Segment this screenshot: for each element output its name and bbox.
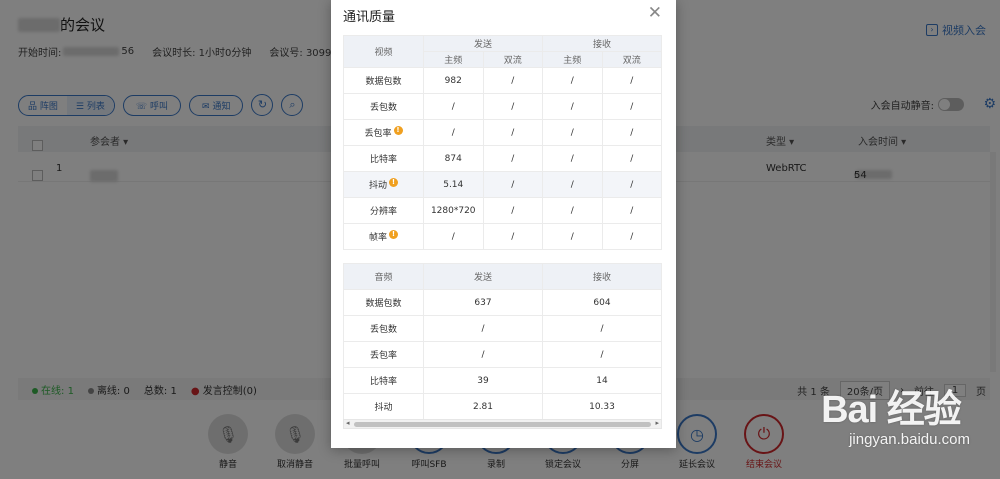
scroll-thumb[interactable] bbox=[354, 422, 651, 427]
stat-value: / bbox=[482, 197, 543, 224]
stat-value: / bbox=[542, 171, 603, 198]
stat-value: / bbox=[482, 119, 543, 146]
baidu-watermark: Bai 经验 jingyan.baidu.com bbox=[821, 378, 970, 448]
stat-label: 分辨率 bbox=[343, 197, 424, 224]
stat-value: 14 bbox=[542, 367, 662, 394]
stat-value: / bbox=[542, 223, 603, 250]
stat-value: / bbox=[542, 93, 603, 120]
stat-value: / bbox=[482, 93, 543, 120]
video-stat-row: 分辨率 1280*720// / bbox=[343, 197, 662, 224]
audio-stat-row: 丢包数 / / bbox=[343, 315, 662, 342]
dialog-title: 通讯质量 bbox=[343, 10, 396, 25]
stat-label: 数据包数 bbox=[343, 67, 424, 94]
stat-label: 抖动! bbox=[343, 171, 424, 198]
stat-label: 丢包数 bbox=[343, 315, 424, 342]
stat-label: 数据包数 bbox=[343, 289, 424, 316]
video-stat-row: 比特率 874// / bbox=[343, 145, 662, 172]
video-stat-row: 抖动! 5.14// / bbox=[343, 171, 662, 198]
audio-stat-row: 抖动 2.81 10.33 bbox=[343, 393, 662, 420]
watermark-url: jingyan.baidu.com bbox=[849, 431, 970, 448]
stat-value: / bbox=[601, 119, 662, 146]
stat-value: / bbox=[601, 197, 662, 224]
audio-stat-row: 比特率 39 14 bbox=[343, 367, 662, 394]
video-stat-row: 丢包率! / / / / bbox=[343, 119, 662, 146]
stat-value: / bbox=[423, 93, 484, 120]
stat-value: / bbox=[601, 223, 662, 250]
stat-value: / bbox=[601, 93, 662, 120]
stat-label: 丢包率! bbox=[343, 119, 424, 146]
horizontal-scrollbar[interactable]: ◂ ▸ bbox=[343, 419, 662, 429]
audio-stat-row: 丢包率 / / bbox=[343, 341, 662, 368]
stat-value: 39 bbox=[423, 367, 543, 394]
watermark-logo: Bai 经验 bbox=[821, 389, 962, 431]
stat-value: / bbox=[542, 197, 603, 224]
stat-value: / bbox=[542, 67, 603, 94]
stat-value: / bbox=[542, 341, 662, 368]
scroll-right-icon[interactable]: ▸ bbox=[655, 419, 659, 427]
stat-value: / bbox=[542, 145, 603, 172]
stat-label: 比特率 bbox=[343, 367, 424, 394]
audio-stat-row: 数据包数 637 604 bbox=[343, 289, 662, 316]
scroll-left-icon[interactable]: ◂ bbox=[346, 419, 350, 427]
stat-label: 抖动 bbox=[343, 393, 424, 420]
stat-label: 丢包率 bbox=[343, 341, 424, 368]
stat-value: / bbox=[423, 341, 543, 368]
stat-value: / bbox=[482, 67, 543, 94]
info-icon[interactable]: ! bbox=[393, 126, 403, 135]
stat-value: / bbox=[542, 119, 603, 146]
stat-value: 5.14 bbox=[423, 171, 484, 198]
stat-value: / bbox=[542, 315, 662, 342]
stat-value: 2.81 bbox=[423, 393, 543, 420]
stat-label: 丢包数 bbox=[343, 93, 424, 120]
stat-value: / bbox=[601, 67, 662, 94]
stat-value: 874 bbox=[423, 145, 484, 172]
info-icon[interactable]: ! bbox=[389, 178, 398, 187]
stat-value: / bbox=[482, 171, 543, 198]
stat-label: 帧率! bbox=[343, 223, 424, 250]
stat-label: 比特率 bbox=[343, 145, 424, 172]
stat-value: / bbox=[482, 145, 543, 172]
video-stat-row: 帧率! / / / / bbox=[343, 223, 662, 250]
stat-value: 10.33 bbox=[542, 393, 662, 420]
stat-value: / bbox=[423, 315, 543, 342]
close-icon[interactable]: ✕ bbox=[648, 3, 662, 23]
info-icon[interactable]: ! bbox=[389, 230, 398, 239]
stat-value: 604 bbox=[542, 289, 662, 316]
stat-value: / bbox=[601, 171, 662, 198]
quality-dialog: 通讯质量 ✕ 视频 发送 接收 主频 双流 主频 双流 数据包数 982// / 丢包… bbox=[331, 0, 676, 448]
stat-value: 637 bbox=[423, 289, 543, 316]
stat-value: / bbox=[423, 119, 484, 146]
stat-value: / bbox=[482, 223, 543, 250]
video-stats-table: 视频 发送 接收 主频 双流 主频 双流 数据包数 982// / 丢包数 / / / / 丢包… bbox=[343, 35, 662, 250]
stat-value: / bbox=[601, 145, 662, 172]
stat-value: 1280*720 bbox=[423, 197, 484, 224]
stat-value: / bbox=[423, 223, 484, 250]
video-stat-row: 数据包数 982// / bbox=[343, 67, 662, 94]
video-stat-row: 丢包数 / / / / bbox=[343, 93, 662, 120]
stat-value: 982 bbox=[423, 67, 484, 94]
audio-stats-table: 音频 发送 接收 数据包数 637 604 丢包数 / / 丢包率 / / 比特率 39 14 抖动 2.… bbox=[343, 263, 662, 420]
